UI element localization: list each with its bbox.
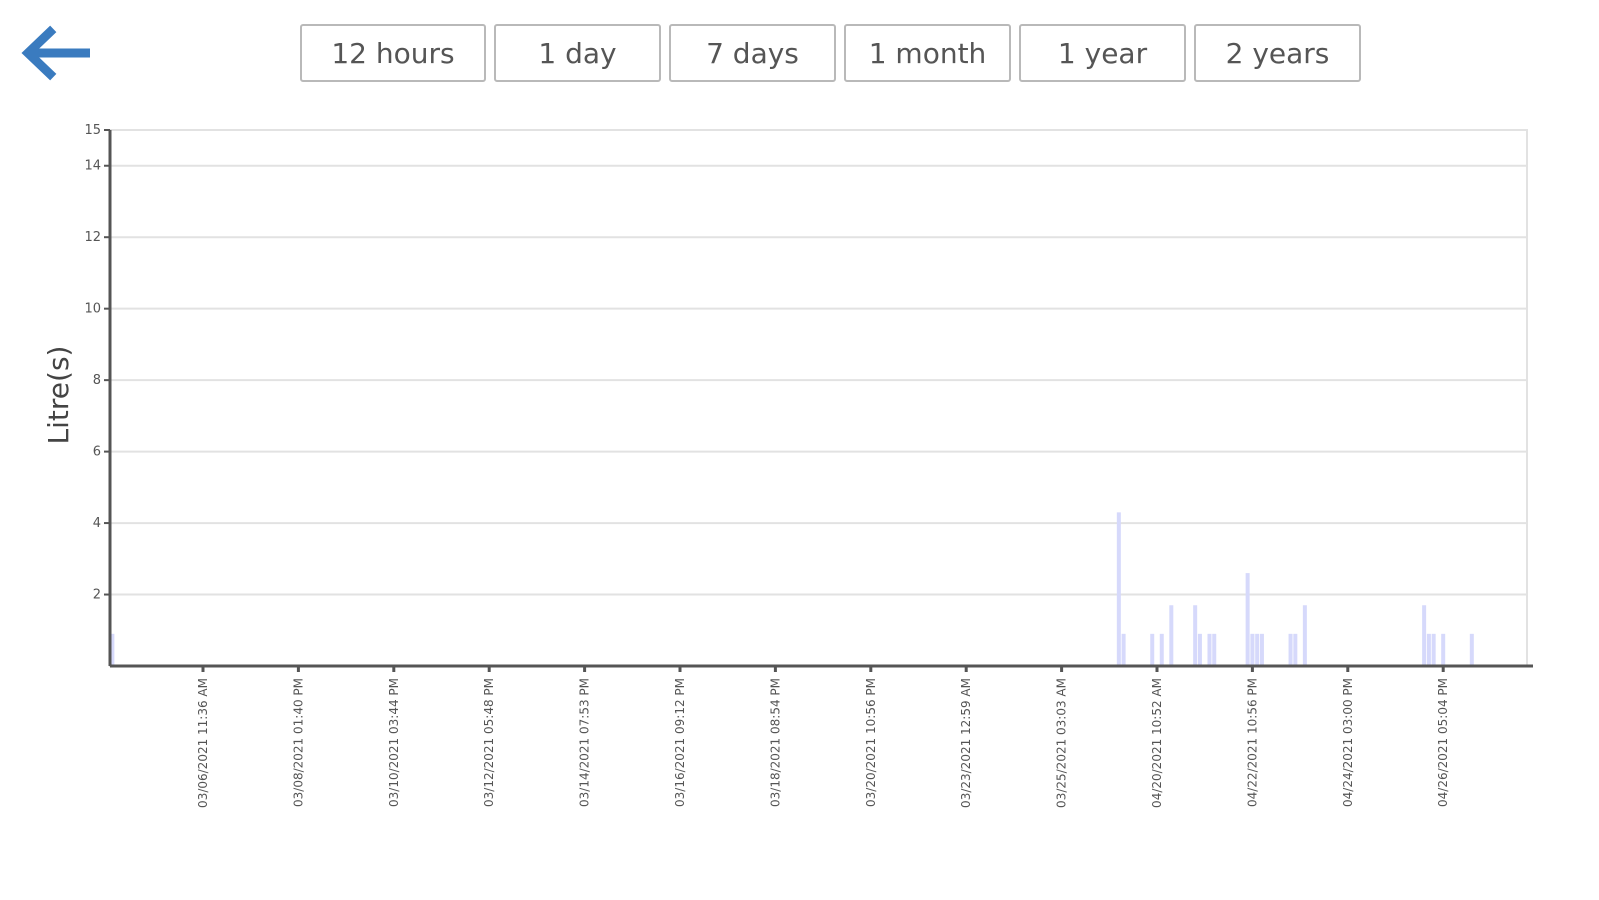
y-tick-label: 2 bbox=[93, 588, 101, 603]
bar bbox=[1207, 633, 1212, 666]
bar bbox=[1245, 573, 1250, 666]
bar bbox=[1302, 605, 1307, 666]
bar bbox=[1121, 633, 1126, 666]
x-tick-label: 03/06/2021 11:36 AM bbox=[196, 678, 210, 808]
chart-bars bbox=[110, 512, 1474, 666]
back-button[interactable] bbox=[18, 24, 91, 82]
range-button-2-years[interactable]: 2 years bbox=[1194, 24, 1361, 82]
bar bbox=[1212, 633, 1217, 666]
x-tick-label: 03/16/2021 09:12 PM bbox=[673, 678, 687, 807]
bar bbox=[1293, 633, 1298, 666]
usage-chart: 2 4 6 8 10 12 14 15 03/06/2021 11:36 AM 03/08/20… bbox=[42, 123, 1533, 808]
bar bbox=[1150, 633, 1155, 666]
x-axis-ticks: 03/06/2021 11:36 AM 03/08/2021 01:40 PM 03… bbox=[196, 666, 1450, 808]
bar bbox=[1197, 633, 1202, 666]
bar bbox=[1116, 512, 1121, 666]
y-axis-label: Litre(s) bbox=[42, 346, 75, 445]
x-tick-label: 03/08/2021 01:40 PM bbox=[291, 678, 305, 807]
y-tick-label: 6 bbox=[93, 445, 101, 460]
y-tick-label: 15 bbox=[84, 123, 101, 138]
y-axis-ticks: 2 4 6 8 10 12 14 15 bbox=[84, 123, 110, 603]
time-range-selector: 12 hours 1 day 7 days 1 month 1 year 2 y… bbox=[300, 24, 1361, 82]
x-tick-label: 04/22/2021 10:56 PM bbox=[1245, 678, 1259, 807]
x-tick-label: 03/12/2021 05:48 PM bbox=[482, 678, 496, 807]
y-tick-label: 14 bbox=[84, 159, 101, 174]
bar bbox=[1250, 633, 1255, 666]
bar bbox=[1193, 605, 1198, 666]
x-tick-label: 03/10/2021 03:44 PM bbox=[387, 678, 401, 807]
range-button-1-year[interactable]: 1 year bbox=[1019, 24, 1186, 82]
bar bbox=[1159, 633, 1164, 666]
bar bbox=[1255, 633, 1260, 666]
bar bbox=[1431, 633, 1436, 666]
range-button-12-hours[interactable]: 12 hours bbox=[300, 24, 486, 82]
range-button-1-day[interactable]: 1 day bbox=[494, 24, 661, 82]
bar bbox=[1259, 633, 1264, 666]
arrow-left-icon bbox=[21, 25, 91, 81]
bar bbox=[1288, 633, 1293, 666]
x-tick-label: 03/20/2021 10:56 PM bbox=[864, 678, 878, 807]
plot-frame bbox=[109, 129, 1528, 667]
y-tick-label: 10 bbox=[84, 302, 101, 317]
bar bbox=[1426, 633, 1431, 666]
x-tick-label: 03/18/2021 08:54 PM bbox=[768, 678, 782, 807]
chart-grid bbox=[109, 129, 1528, 667]
x-tick-label: 04/20/2021 10:52 AM bbox=[1150, 678, 1164, 808]
bar bbox=[1169, 605, 1174, 666]
x-tick-label: 04/26/2021 05:04 PM bbox=[1436, 678, 1450, 807]
y-tick-label: 12 bbox=[84, 230, 101, 245]
range-button-1-month[interactable]: 1 month bbox=[844, 24, 1011, 82]
range-button-7-days[interactable]: 7 days bbox=[669, 24, 836, 82]
x-tick-label: 03/25/2021 03:03 AM bbox=[1055, 678, 1069, 808]
x-tick-label: 03/14/2021 07:53 PM bbox=[578, 678, 592, 807]
bar bbox=[1422, 605, 1427, 666]
y-tick-label: 4 bbox=[93, 516, 101, 531]
bar bbox=[1441, 633, 1446, 666]
chart-axes bbox=[108, 130, 1533, 668]
y-tick-label: 8 bbox=[93, 373, 101, 388]
x-tick-label: 04/24/2021 03:00 PM bbox=[1341, 678, 1355, 807]
x-tick-label: 03/23/2021 12:59 AM bbox=[959, 678, 973, 808]
bar bbox=[1469, 633, 1474, 666]
